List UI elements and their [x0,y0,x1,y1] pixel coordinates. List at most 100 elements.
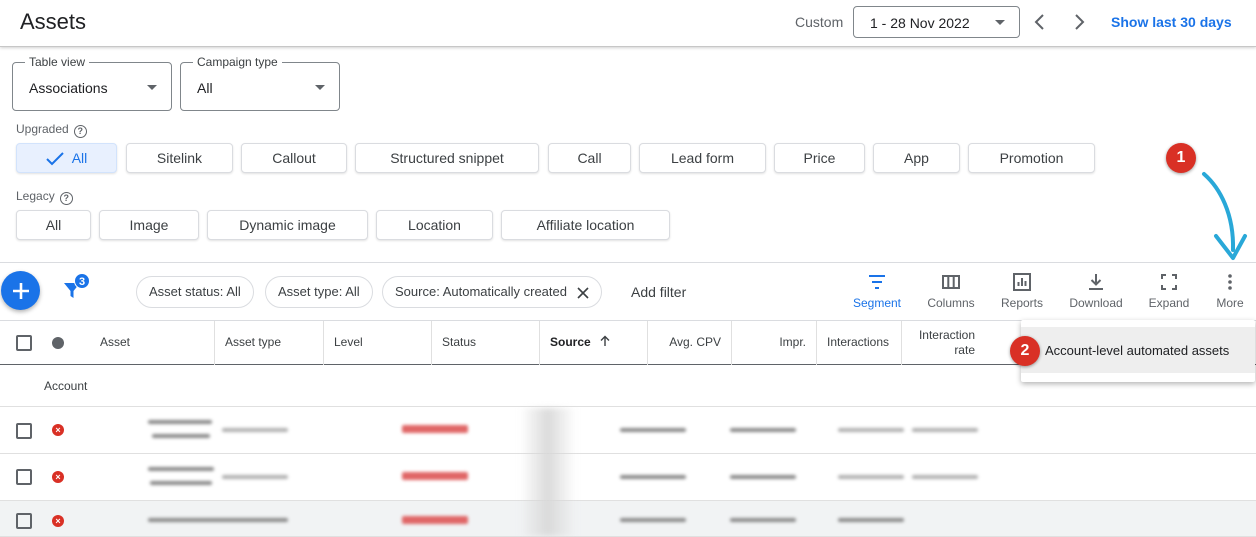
column-status[interactable]: Status [431,321,539,365]
legacy-chip-image[interactable]: Image [99,210,199,240]
campaign-type-value: All [197,80,213,96]
table-view-value: Associations [29,80,108,96]
upgraded-chip-app[interactable]: App [873,143,960,173]
page-header: Assets Custom 1 - 28 Nov 2022 Show last … [0,0,1256,47]
add-button[interactable] [1,271,40,310]
upgraded-section-label: Upgraded? [16,122,87,138]
download-button[interactable]: Download [1061,272,1131,310]
table-row[interactable]: × [0,454,1256,501]
reports-label: Reports [1000,296,1044,310]
arrow-up-icon [600,335,610,346]
column-interaction-rate[interactable]: Interaction rate [901,321,985,365]
reports-icon [1013,273,1031,291]
download-icon [1089,274,1103,290]
chip-label: All [71,150,88,166]
more-button[interactable]: More [1195,272,1256,310]
table-row[interactable]: × [0,407,1256,454]
redacted-status [402,472,468,480]
help-icon[interactable]: ? [59,192,73,205]
previous-period-button[interactable] [1028,10,1052,34]
close-icon[interactable] [577,280,589,310]
upgraded-chip-structured-snippet[interactable]: Structured snippet [355,143,539,173]
upgraded-chip-lead-form[interactable]: Lead form [639,143,766,173]
upgraded-chip-sitelink[interactable]: Sitelink [126,143,233,173]
expand-icon [1161,274,1177,290]
date-range-value: 1 - 28 Nov 2022 [870,15,970,31]
redacted-avg-cpv [620,518,686,522]
column-interaction-rate-line1: Interaction [918,328,975,342]
legacy-section-label: Legacy? [16,189,73,205]
redacted-interactions [838,518,904,522]
chevron-down-icon [995,20,1005,25]
filter-chip-source[interactable]: Source: Automatically created [382,276,602,308]
column-avg-cpv[interactable]: Avg. CPV [647,321,731,365]
filter-count-badge: 3 [74,273,90,289]
upgraded-chip-promotion[interactable]: Promotion [968,143,1095,173]
filter-chip-asset-status[interactable]: Asset status: All [136,276,254,308]
column-impr[interactable]: Impr. [731,321,816,365]
redacted-asset [148,467,214,471]
menu-item-account-level-automated-assets[interactable]: Account-level automated assets [1021,327,1255,373]
columns-label: Columns [927,296,975,310]
table-view-legend: Table view [25,55,90,69]
table-view-select[interactable]: Table view Associations [12,55,172,111]
account-label: Account [44,379,88,393]
filter-chip-asset-type[interactable]: Asset type: All [265,276,373,308]
column-source-label: Source [550,335,591,349]
more-label: More [1216,296,1244,310]
chevron-right-icon [1075,14,1085,30]
redacted-avg-cpv [620,428,686,432]
redacted-status [402,516,468,524]
legacy-chip-affiliate-location[interactable]: Affiliate location [501,210,670,240]
column-interaction-rate-line2: rate [954,343,975,357]
redacted-source-column [520,408,576,536]
select-all-checkbox[interactable] [16,335,32,351]
redacted-asset-type [222,428,288,432]
legacy-chip-dynamic-image[interactable]: Dynamic image [207,210,368,240]
help-icon[interactable]: ? [73,125,87,138]
columns-button[interactable]: Columns [916,272,986,310]
column-asset-type[interactable]: Asset type [214,321,323,365]
expand-label: Expand [1148,296,1190,310]
show-last-30-days-link[interactable]: Show last 30 days [1111,14,1232,30]
upgraded-chip-call[interactable]: Call [548,143,631,173]
date-range-select[interactable]: 1 - 28 Nov 2022 [853,6,1020,38]
segment-icon [869,275,885,289]
row-checkbox[interactable] [16,423,32,439]
redacted-interactions [838,475,904,479]
redacted-interaction-rate [912,428,978,432]
redacted-asset [152,434,210,438]
more-menu: Account-level automated assets [1021,320,1255,382]
chevron-left-icon [1034,14,1044,30]
column-interactions[interactable]: Interactions [816,321,901,365]
redacted-impr [730,428,796,432]
row-checkbox[interactable] [16,513,32,529]
chevron-down-icon [147,85,157,90]
expand-button[interactable]: Expand [1134,272,1204,310]
annotation-arrow-icon [1202,172,1247,260]
legacy-label: Legacy [16,189,55,203]
redacted-avg-cpv [620,475,686,479]
next-period-button[interactable] [1067,10,1091,34]
upgraded-chip-all[interactable]: All [16,143,117,173]
redacted-status [402,425,468,433]
column-level[interactable]: Level [323,321,431,365]
step-2-badge: 2 [1010,336,1040,366]
campaign-type-select[interactable]: Campaign type All [180,55,340,111]
segment-button[interactable]: Segment [842,272,912,310]
reports-button[interactable]: Reports [987,272,1057,310]
status-dot-icon [52,337,64,349]
legacy-chip-location[interactable]: Location [376,210,493,240]
segment-label: Segment [852,296,902,310]
error-icon: × [52,424,64,436]
add-filter-button[interactable]: Add filter [631,284,686,300]
table-row[interactable]: × [0,501,1256,537]
redacted-asset [148,518,288,522]
upgraded-chip-callout[interactable]: Callout [241,143,347,173]
legacy-chip-all[interactable]: All [16,210,91,240]
upgraded-chip-price[interactable]: Price [774,143,865,173]
check-icon [46,147,64,175]
column-asset[interactable]: Asset [90,321,214,365]
column-source[interactable]: Source [539,321,647,365]
row-checkbox[interactable] [16,469,32,485]
